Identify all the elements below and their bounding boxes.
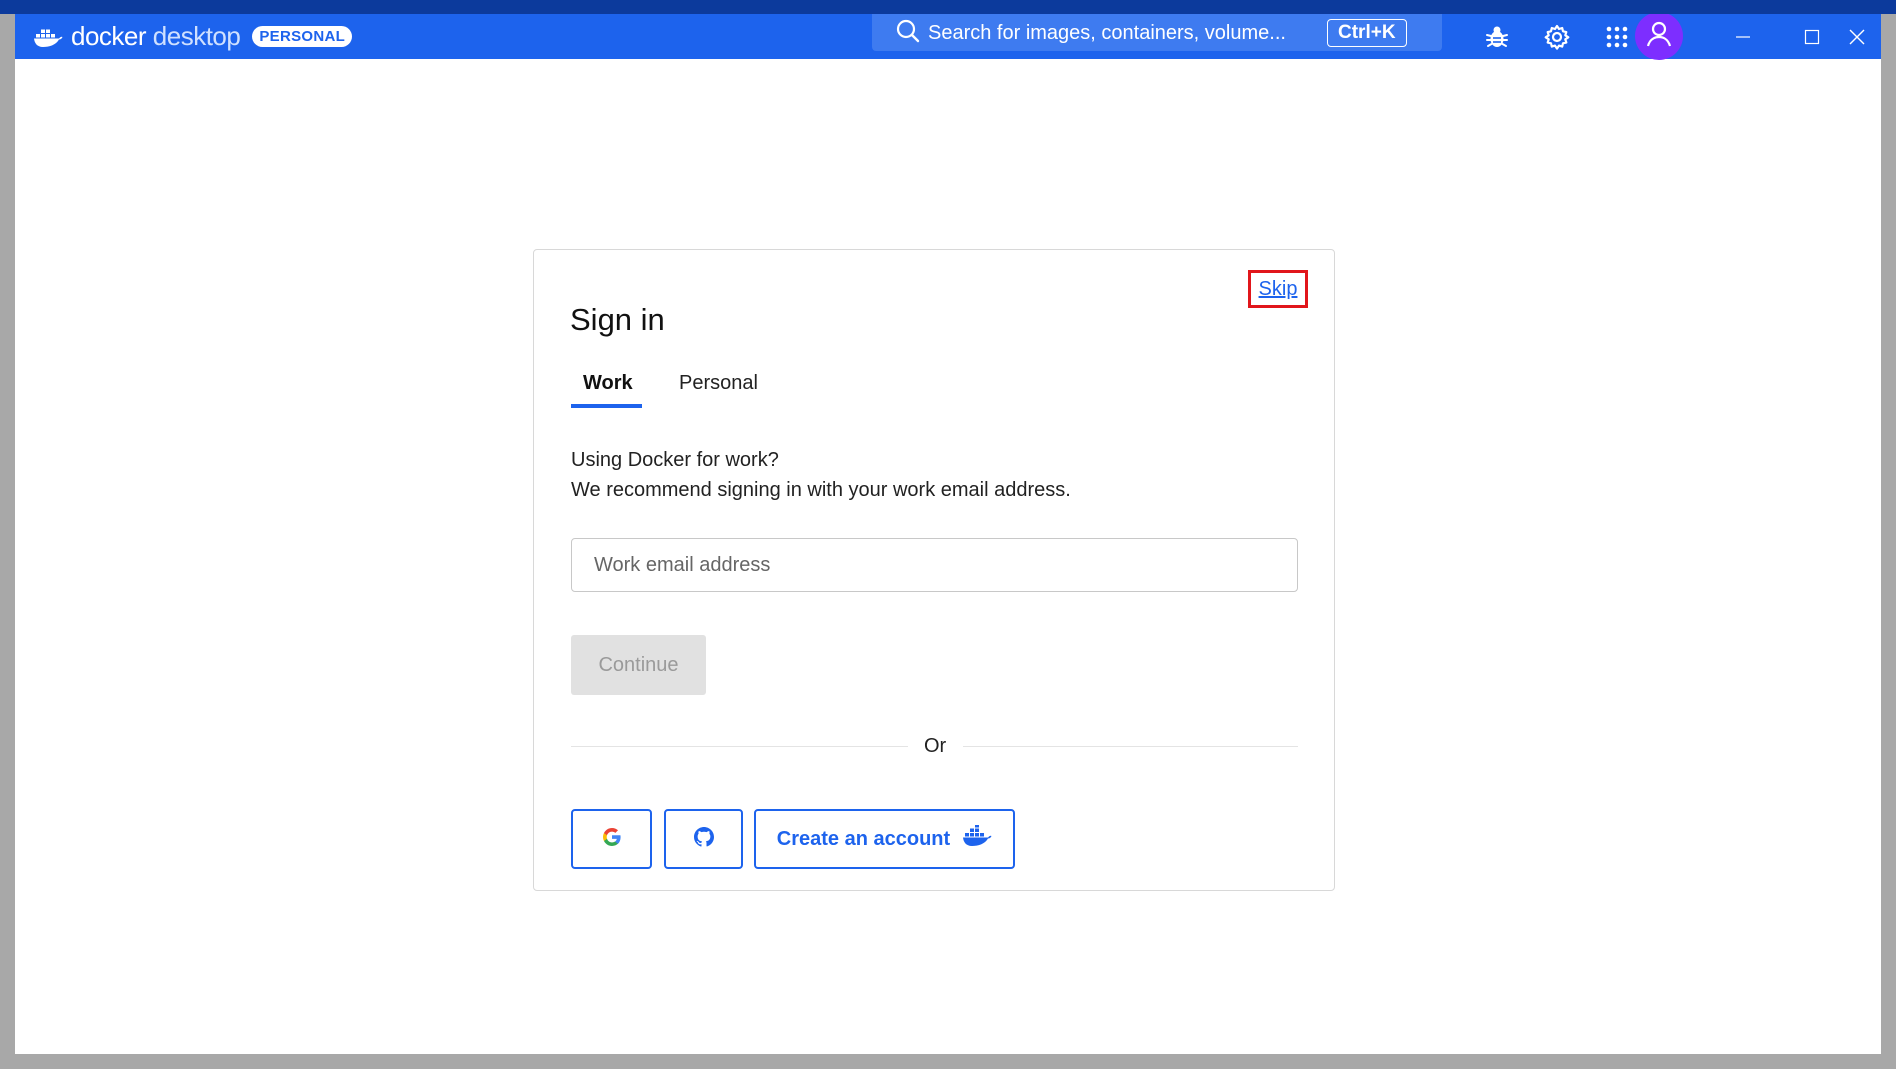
active-tab-indicator — [571, 404, 642, 408]
app-name: docker desktop — [71, 21, 241, 51]
description-line-2: We recommend signing in with your work e… — [571, 479, 1071, 501]
continue-button[interactable]: Continue — [571, 635, 706, 695]
google-icon — [602, 827, 622, 852]
google-signin-button[interactable] — [571, 809, 652, 869]
create-account-label: Create an account — [776, 827, 951, 850]
page-title: Sign in — [570, 302, 665, 337]
tab-work[interactable]: Work — [583, 372, 633, 395]
divider-or-text: Or — [924, 735, 947, 757]
user-icon — [1644, 19, 1674, 54]
divider-right — [963, 746, 1298, 747]
screen-top-edge — [0, 0, 1896, 14]
search-icon — [896, 19, 920, 48]
bug-icon[interactable] — [1477, 14, 1517, 59]
docker-whale-icon — [950, 824, 992, 853]
brand: docker desktop PERSONAL — [33, 14, 353, 59]
description-line-1: Using Docker for work? — [571, 449, 779, 471]
close-icon[interactable] — [1832, 14, 1881, 59]
user-avatar[interactable] — [1635, 14, 1683, 60]
minimize-icon[interactable] — [1718, 14, 1768, 59]
work-email-field[interactable] — [571, 538, 1298, 592]
apps-grid-icon[interactable] — [1597, 14, 1637, 59]
gear-icon[interactable] — [1537, 14, 1577, 59]
tab-personal[interactable]: Personal — [679, 372, 758, 395]
maximize-icon[interactable] — [1787, 14, 1837, 59]
search-shortcut-badge: Ctrl+K — [1327, 19, 1407, 47]
search-placeholder: Search for images, containers, volume... — [928, 21, 1286, 44]
create-account-button[interactable]: Create an account — [754, 809, 1015, 869]
skip-link[interactable]: Skip — [1248, 270, 1308, 308]
docker-logo-icon — [33, 26, 63, 48]
github-signin-button[interactable] — [664, 809, 743, 869]
github-icon — [693, 826, 714, 852]
title-bar: docker desktop PERSONAL Search for image… — [15, 14, 1881, 60]
global-search[interactable]: Search for images, containers, volume...… — [872, 14, 1442, 51]
plan-badge: PERSONAL — [252, 26, 353, 47]
divider-left — [571, 746, 908, 747]
